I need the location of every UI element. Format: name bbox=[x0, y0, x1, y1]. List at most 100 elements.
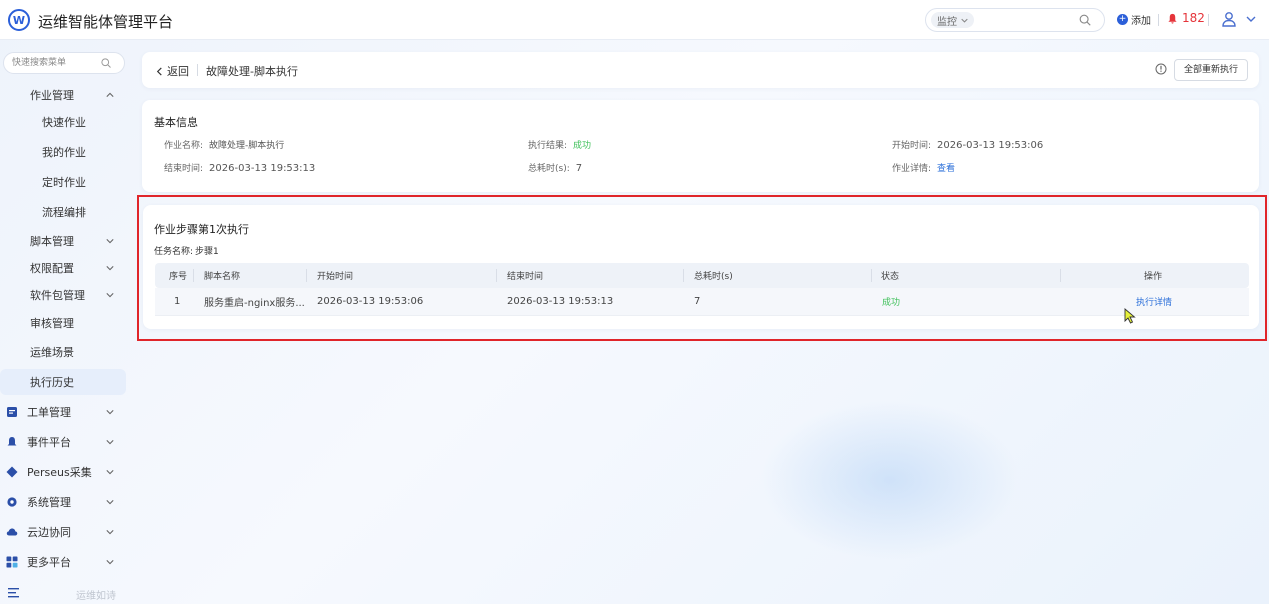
sidebar-item-label: 执行历史 bbox=[30, 376, 74, 389]
menu-search-input[interactable]: 快速搜索菜单 bbox=[3, 52, 125, 74]
mouse-cursor-icon bbox=[1124, 308, 1136, 324]
divider bbox=[1208, 14, 1209, 26]
alarm-indicator[interactable]: 182 bbox=[1167, 11, 1205, 25]
row-duration: 7 bbox=[694, 296, 701, 307]
sidebar-item-label: 作业管理 bbox=[30, 89, 74, 102]
field-label: 任务名称: bbox=[154, 247, 194, 257]
chevron-down-icon bbox=[106, 560, 114, 565]
field-value: 步骤1 bbox=[195, 247, 219, 257]
chevron-down-icon bbox=[106, 530, 114, 535]
sidebar-item-label: 更多平台 bbox=[27, 556, 71, 569]
info-icon[interactable] bbox=[1155, 63, 1167, 75]
sidebar-item-system-management[interactable]: 系统管理 bbox=[0, 489, 126, 515]
divider bbox=[1158, 14, 1159, 26]
job-steps-card: 作业步骤第1次执行 任务名称: 步骤1 序号 脚本名称 开始时间 结束时间 总耗时… bbox=[143, 205, 1259, 329]
sidebar-item-cloud-edge[interactable]: 云边协同 bbox=[0, 519, 126, 545]
chevron-down-icon bbox=[106, 500, 114, 505]
sidebar-item-label: 快速作业 bbox=[42, 116, 86, 129]
chevron-up-icon bbox=[106, 92, 114, 97]
add-button[interactable]: + 添加 bbox=[1117, 12, 1151, 27]
row-start-time: 2026-03-13 19:53:06 bbox=[317, 296, 424, 307]
global-search[interactable]: 监控 bbox=[925, 8, 1105, 32]
plus-circle-icon: + bbox=[1117, 14, 1128, 25]
sidebar-item-label: 我的作业 bbox=[42, 146, 86, 159]
table-header: 序号 脚本名称 开始时间 结束时间 总耗时(s) 状态 操作 bbox=[155, 263, 1249, 288]
view-detail-link[interactable]: 查看 bbox=[937, 164, 955, 174]
column-divider bbox=[193, 269, 194, 282]
page-header: 返回 故障处理-脚本执行 全部重新执行 bbox=[142, 52, 1259, 88]
end-time-field: 结束时间: 2026-03-13 19:53:13 bbox=[164, 161, 315, 174]
column-divider bbox=[306, 269, 307, 282]
field-value: 2026-03-13 19:53:13 bbox=[209, 163, 316, 174]
sidebar-item-scheduled-jobs[interactable]: 定时作业 bbox=[0, 169, 126, 195]
basic-info-card: 基本信息 作业名称: 故障处理-脚本执行 执行结果: 成功 开始时间: 2026-03… bbox=[142, 100, 1259, 192]
cloud-icon bbox=[6, 528, 18, 536]
gear-icon bbox=[7, 497, 17, 507]
row-script-name: 服务重启-nginx服务... bbox=[204, 298, 305, 309]
sidebar-footer: 运维如诗 bbox=[0, 584, 133, 604]
row-index: 1 bbox=[174, 296, 181, 307]
field-label: 作业名称: bbox=[164, 141, 204, 151]
column-header: 总耗时(s) bbox=[694, 272, 733, 282]
add-label: 添加 bbox=[1131, 16, 1151, 27]
sidebar-item-ticket-management[interactable]: 工单管理 bbox=[0, 399, 126, 425]
sidebar: 快速搜索菜单 作业管理 快速作业 我的作业 定时作业 流程编排 脚本管理 权限配… bbox=[0, 40, 133, 604]
column-divider bbox=[871, 269, 872, 282]
collapse-menu-icon[interactable] bbox=[8, 588, 19, 598]
sidebar-item-label: 流程编排 bbox=[42, 206, 86, 219]
sidebar-item-quick-job[interactable]: 快速作业 bbox=[0, 109, 126, 135]
menu-search-placeholder: 快速搜索菜单 bbox=[12, 58, 67, 68]
chevron-down-icon[interactable] bbox=[1246, 14, 1256, 24]
sidebar-item-permission-config[interactable]: 权限配置 bbox=[0, 255, 126, 281]
search-icon[interactable] bbox=[1078, 13, 1092, 27]
search-scope-select[interactable]: 监控 bbox=[931, 12, 974, 28]
field-value: 2026-03-13 19:53:06 bbox=[937, 140, 1044, 151]
field-value: 故障处理-脚本执行 bbox=[209, 141, 285, 151]
ticket-icon bbox=[7, 407, 17, 417]
sidebar-item-label: 定时作业 bbox=[42, 176, 86, 189]
sidebar-item-label: 审核管理 bbox=[30, 317, 74, 330]
user-icon[interactable] bbox=[1220, 10, 1238, 28]
table-row[interactable]: 1 服务重启-nginx服务... 2026-03-13 19:53:06 20… bbox=[155, 288, 1249, 316]
column-header: 脚本名称 bbox=[204, 272, 241, 282]
sidebar-item-execution-history[interactable]: 执行历史 bbox=[0, 369, 126, 395]
sidebar-item-label: 系统管理 bbox=[27, 496, 71, 509]
field-label: 结束时间: bbox=[164, 164, 204, 174]
sidebar-item-flow-orchestration[interactable]: 流程编排 bbox=[0, 199, 126, 225]
app-logo[interactable]: W bbox=[8, 9, 30, 31]
sidebar-item-package-management[interactable]: 软件包管理 bbox=[0, 282, 126, 308]
app-title: 运维智能体管理平台 bbox=[38, 13, 174, 31]
chevron-left-icon bbox=[156, 66, 162, 76]
start-time-field: 开始时间: 2026-03-13 19:53:06 bbox=[892, 138, 1043, 151]
grid-icon bbox=[6, 556, 18, 568]
divider bbox=[197, 64, 198, 76]
search-scope-label: 监控 bbox=[937, 16, 957, 28]
field-label: 执行结果: bbox=[528, 141, 568, 151]
background-glow bbox=[760, 400, 1020, 560]
back-label: 返回 bbox=[167, 65, 189, 78]
basic-info-title: 基本信息 bbox=[154, 116, 198, 129]
bell-icon bbox=[7, 437, 17, 446]
sidebar-item-my-jobs[interactable]: 我的作业 bbox=[0, 139, 126, 165]
sidebar-item-job-management[interactable]: 作业管理 bbox=[0, 82, 126, 108]
field-label: 开始时间: bbox=[892, 141, 932, 151]
job-name-field: 作业名称: 故障处理-脚本执行 bbox=[164, 138, 284, 151]
status-badge: 成功 bbox=[573, 141, 592, 151]
execution-detail-link[interactable]: 执行详情 bbox=[1136, 288, 1172, 315]
sidebar-item-audit-management[interactable]: 审核管理 bbox=[0, 310, 126, 336]
rerun-all-button[interactable]: 全部重新执行 bbox=[1174, 59, 1248, 81]
row-end-time: 2026-03-13 19:53:13 bbox=[507, 296, 614, 307]
column-header: 状态 bbox=[881, 272, 900, 282]
sidebar-item-ops-scenarios[interactable]: 运维场景 bbox=[0, 339, 126, 365]
column-divider bbox=[683, 269, 684, 282]
sidebar-item-script-management[interactable]: 脚本管理 bbox=[0, 228, 126, 254]
top-bar: W 运维智能体管理平台 监控 + 添加 182 bbox=[0, 0, 1269, 40]
result-field: 执行结果: 成功 bbox=[528, 138, 591, 151]
back-button[interactable]: 返回 bbox=[156, 63, 189, 79]
sidebar-item-perseus-collection[interactable]: Perseus采集 bbox=[0, 459, 126, 485]
sidebar-item-event-platform[interactable]: 事件平台 bbox=[0, 429, 126, 455]
search-icon[interactable] bbox=[100, 57, 112, 69]
sidebar-item-more-platforms[interactable]: 更多平台 bbox=[0, 549, 126, 575]
diamond-icon bbox=[6, 466, 18, 478]
task-name-field: 任务名称: 步骤1 bbox=[154, 244, 219, 257]
